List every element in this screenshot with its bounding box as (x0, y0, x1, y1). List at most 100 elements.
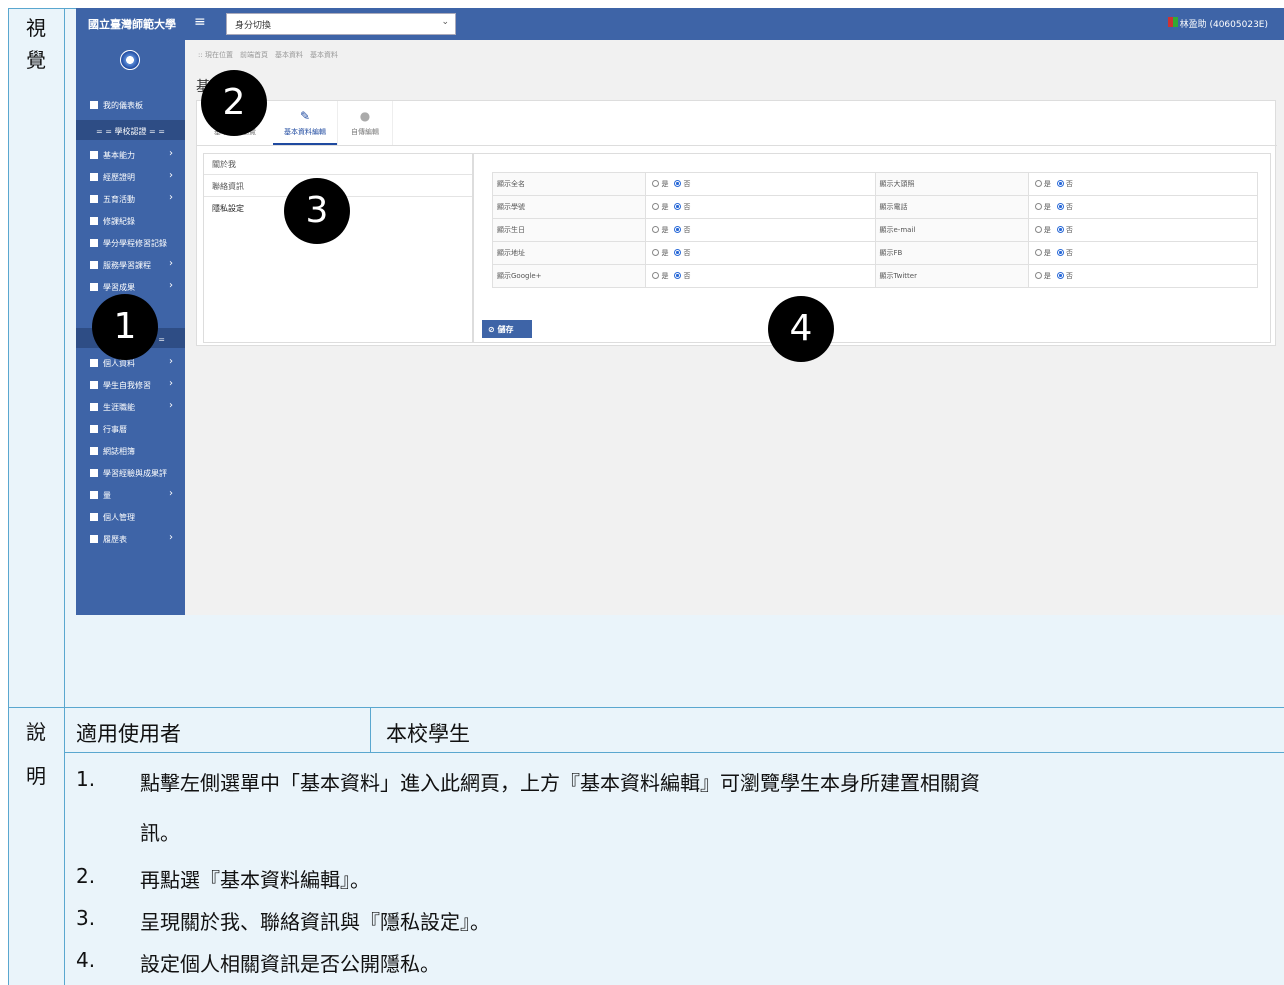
table-row-divider (8, 707, 1284, 708)
table-row: 顯示學號是否顯示電話是否 (491, 195, 1259, 219)
radio-yes[interactable] (652, 272, 660, 279)
radio-no-label: 否 (1065, 180, 1073, 188)
chevron-right-icon: › (169, 532, 173, 543)
tab-autobiography-edit[interactable]: ● 自傳編輯 (337, 101, 393, 145)
step-text-3: 呈現關於我、聯絡資訊與『隱私設定』。 (140, 910, 490, 934)
radio-yes[interactable] (1034, 249, 1042, 256)
privacy-option-group: 是否 (645, 241, 876, 265)
privacy-field-label: 顯示e-mail (874, 218, 1029, 242)
identity-select[interactable]: 身分切換 ⌄ (226, 13, 456, 35)
table-row: 顯示全名是否顯示大頭照是否 (491, 172, 1259, 196)
privacy-content: 顯示全名是否顯示大頭照是否顯示學號是否顯示電話是否顯示生日是否顯示e-mail 是… (473, 153, 1271, 343)
radio-no-label: 否 (683, 226, 691, 234)
chevron-right-icon: › (169, 378, 173, 389)
radio-no[interactable] (1056, 203, 1064, 210)
radio-yes[interactable] (652, 180, 660, 187)
document-icon (90, 151, 98, 159)
document-icon (90, 217, 98, 225)
radio-no-label: 否 (1065, 272, 1073, 280)
sidebar-item[interactable]: 個人管理 (76, 506, 185, 528)
radio-yes[interactable] (1034, 226, 1042, 233)
document-icon (90, 101, 98, 109)
sidebar-item[interactable]: 學生自我修習 › (76, 374, 185, 396)
sidebar-item[interactable]: 基本能力 › (76, 144, 185, 166)
sidebar-item[interactable]: 經歷證明 › (76, 166, 185, 188)
radio-yes-label: 是 (661, 180, 669, 188)
radio-no-label: 否 (683, 272, 691, 280)
step-number-1: 1. (76, 767, 96, 791)
sidebar-item[interactable]: 網誌相簿 (76, 440, 185, 462)
subnav-about-me[interactable]: 關於我 (204, 154, 472, 175)
table-row-divider-2 (64, 752, 1284, 753)
privacy-option-group: 是否 (645, 218, 876, 242)
identity-select-value: 身分切換 (235, 21, 272, 31)
radio-yes-label: 是 (661, 226, 669, 234)
sidebar-item-label: 我的儀表板 (103, 101, 143, 110)
save-button[interactable]: ⊘ 儲存 (482, 320, 532, 338)
table-row: 顯示Google+ 是否顯示Twitter 是否 (491, 264, 1259, 288)
sidebar-item[interactable]: 服務學習課程 › (76, 254, 185, 276)
main-panel: ◉基本資料瀏覽 ✎基本資料編輯 ●自傳編輯 關於我 聯絡資訊 隱私設定 顯示全名… (196, 100, 1277, 346)
radio-yes[interactable] (652, 226, 660, 233)
tab-divider (197, 145, 1277, 146)
sidebar-item[interactable]: 行事曆 (76, 418, 185, 440)
privacy-option-group: 是否 (1027, 172, 1259, 196)
sidebar-item-label: 學習經驗與成果評 (103, 469, 167, 478)
radio-no-label: 否 (1065, 249, 1073, 257)
radio-yes[interactable] (1034, 180, 1042, 187)
sidebar-item-label: 網誌相簿 (103, 447, 135, 456)
sidebar-section-school: = = 學校認證 = = (76, 120, 185, 140)
radio-no[interactable] (1056, 249, 1064, 256)
sidebar-item-label: 量 (103, 491, 111, 500)
sidebar-item-label: 服務學習課程 (103, 261, 151, 270)
save-label: 儲存 (497, 325, 514, 334)
radio-no[interactable] (674, 226, 682, 233)
sidebar-item[interactable]: 生涯職能 › (76, 396, 185, 418)
radio-yes[interactable] (1034, 203, 1042, 210)
sidebar-item[interactable]: 五育活動 › (76, 188, 185, 210)
document-icon (90, 513, 98, 521)
table-cell-divider (370, 707, 371, 752)
radio-no[interactable] (674, 249, 682, 256)
sidebar-item-label: 生涯職能 (103, 403, 135, 412)
sidebar-item[interactable]: 量 › (76, 484, 185, 506)
document-icon (90, 381, 98, 389)
privacy-field-label: 顯示FB (874, 241, 1029, 265)
language-flag-icon[interactable] (1168, 17, 1178, 27)
radio-no[interactable] (674, 272, 682, 279)
user-name[interactable]: 林盈助 (40605023E) (1180, 17, 1268, 30)
radio-no[interactable] (674, 180, 682, 187)
radio-no[interactable] (1056, 226, 1064, 233)
menu-icon[interactable]: ≡ (194, 14, 206, 30)
chevron-right-icon: › (169, 170, 173, 181)
radio-yes-label: 是 (1043, 249, 1051, 257)
document-icon (90, 425, 98, 433)
radio-no-label: 否 (683, 249, 691, 257)
sidebar-item[interactable]: 履歷表 › (76, 528, 185, 550)
privacy-field-label: 顯示電話 (874, 195, 1029, 219)
sidebar-item-dashboard[interactable]: 我的儀表板 (76, 94, 185, 116)
radio-yes[interactable] (1034, 272, 1042, 279)
sidebar-item[interactable]: 學分學程修習記錄 (76, 232, 185, 254)
sidebar-item[interactable]: 學習經驗與成果評 (76, 462, 185, 484)
privacy-field-label: 顯示地址 (491, 241, 647, 265)
document-icon (90, 447, 98, 455)
sidebar-item-label: 基本能力 (103, 151, 135, 160)
callout-marker-4: 4 (768, 296, 834, 362)
radio-no[interactable] (674, 203, 682, 210)
brand-title: 國立臺灣師範大學 (88, 18, 176, 31)
privacy-field-label: 顯示生日 (491, 218, 647, 242)
sidebar-item-label: 五育活動 (103, 195, 135, 204)
tab-basic-edit[interactable]: ✎ 基本資料編輯 (273, 101, 337, 145)
sidebar-item[interactable]: 修課紀錄 (76, 210, 185, 232)
applicable-user-label: 適用使用者 (76, 722, 181, 746)
step-number-2: 2. (76, 864, 96, 888)
radio-yes[interactable] (652, 249, 660, 256)
radio-yes[interactable] (652, 203, 660, 210)
side-label-explain-2: 明 (26, 764, 46, 788)
tab-label: 基本資料編輯 (284, 128, 326, 136)
radio-yes-label: 是 (1043, 272, 1051, 280)
radio-no[interactable] (1056, 180, 1064, 187)
privacy-option-group: 是否 (645, 264, 876, 288)
radio-no[interactable] (1056, 272, 1064, 279)
